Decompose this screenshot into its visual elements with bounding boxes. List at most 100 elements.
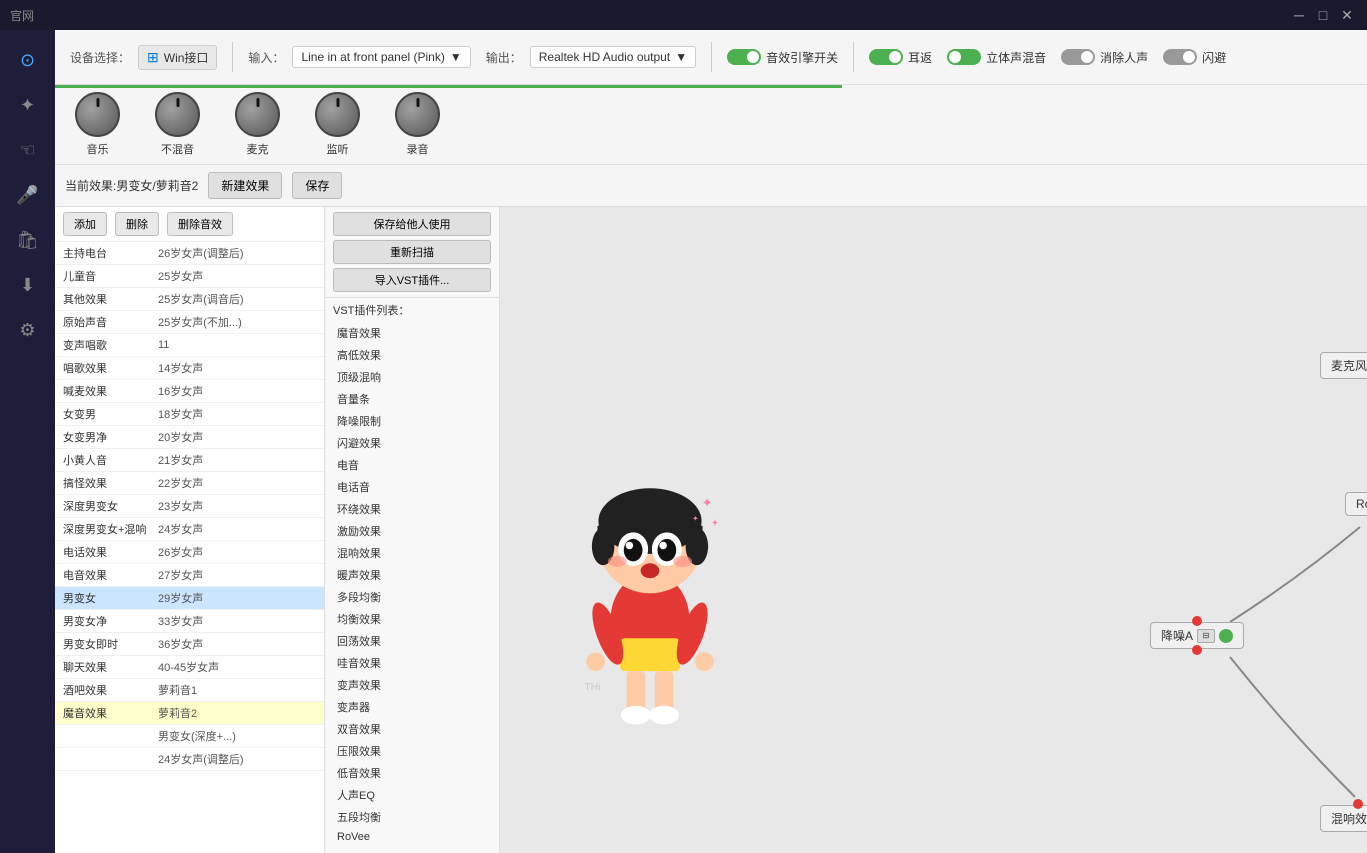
plugin-item[interactable]: 电音 <box>325 454 499 476</box>
knob-monitor-label: 监听 <box>327 141 349 157</box>
plugin-item[interactable]: 音量条 <box>325 388 499 410</box>
sidebar-icon-star[interactable]: ✦ <box>8 85 48 125</box>
plugin-item[interactable]: 降噪限制 <box>325 410 499 432</box>
plugin-item[interactable]: 混响效果 <box>325 542 499 564</box>
mix-node-box[interactable]: 混响效果 ⊟ <box>1320 805 1367 832</box>
plugin-item[interactable]: 人声EQ <box>325 784 499 806</box>
plugin-item[interactable]: 压限效果 <box>325 740 499 762</box>
denoise-toggle[interactable] <box>1061 49 1095 65</box>
effect-name: 搞怪效果 <box>63 475 158 491</box>
effect-engine-toggle-row: 音效引擎开关 <box>727 49 838 66</box>
plugin-item[interactable]: 电话音 <box>325 476 499 498</box>
effect-engine-toggle[interactable] <box>727 49 761 65</box>
knob-monitor-control[interactable] <box>315 92 360 137</box>
effect-row[interactable]: 魔音效果萝莉音2 <box>55 702 324 725</box>
delete-effect-button[interactable]: 删除 <box>115 212 159 236</box>
plugin-item[interactable]: 均衡效果 <box>325 608 499 630</box>
character-illustration: ✦ ✦ ✦ THi <box>550 432 750 732</box>
minimize-button[interactable]: ─ <box>1289 5 1309 25</box>
plugin-item[interactable]: 双音效果 <box>325 718 499 740</box>
effect-row[interactable]: 男变女29岁女声 <box>55 587 324 610</box>
rescan-button[interactable]: 重新扫描 <box>333 240 491 264</box>
knob-record-control[interactable] <box>395 92 440 137</box>
effect-row[interactable]: 唱歌效果14岁女声 <box>55 357 324 380</box>
close-button[interactable]: ✕ <box>1337 5 1357 25</box>
sidebar-icon-mic[interactable]: 🎤 <box>8 175 48 215</box>
effect-row[interactable]: 男变女即时36岁女声 <box>55 633 324 656</box>
plugin-item[interactable]: 回荡效果 <box>325 630 499 652</box>
plugin-list: 魔音效果高低效果顶级混响音量条降噪限制闪避效果电音电话音环绕效果激励效果混响效果… <box>325 320 499 853</box>
effect-row[interactable]: 搞怪效果22岁女声 <box>55 472 324 495</box>
maximize-button[interactable]: □ <box>1313 5 1333 25</box>
effect-row[interactable]: 24岁女声(调整后) <box>55 748 324 771</box>
sidebar-icon-settings[interactable]: ⚙ <box>8 310 48 350</box>
effect-name: 男变女 <box>63 590 158 606</box>
main-area: 设备选择： ⊞ Win接口 输入： Line in at front panel… <box>55 30 1367 853</box>
input-label: 输入： <box>248 49 284 66</box>
knob-music-control[interactable] <box>75 92 120 137</box>
input-value: Line in at front panel (Pink) <box>301 50 444 64</box>
effect-row[interactable]: 儿童音25岁女声 <box>55 265 324 288</box>
import-vst-button[interactable]: 导入VST插件... <box>333 268 491 292</box>
stereo-toggle[interactable] <box>947 49 981 65</box>
plugin-item[interactable]: 顶级混响 <box>325 366 499 388</box>
effect-row[interactable]: 聊天效果40-45岁女声 <box>55 656 324 679</box>
plugin-item[interactable]: 多段均衡 <box>325 586 499 608</box>
sidebar-icon-hand[interactable]: ☜ <box>8 130 48 170</box>
mix-input-left-dot <box>1353 799 1363 809</box>
effect-row[interactable]: 电音效果27岁女声 <box>55 564 324 587</box>
official-site-link[interactable]: 官网 <box>10 7 34 24</box>
sidebar-icon-bag[interactable]: 🛍 <box>8 220 48 260</box>
content-area: 添加 删除 删除音效 主持电台26岁女声(调整后)儿童音25岁女声其他效果25岁… <box>55 207 1367 853</box>
effect-row[interactable]: 酒吧效果萝莉音1 <box>55 679 324 702</box>
plugin-item[interactable]: 五段均衡 <box>325 806 499 828</box>
effect-row[interactable]: 变声唱歌11 <box>55 334 324 357</box>
effect-name: 聊天效果 <box>63 659 158 675</box>
effect-row[interactable]: 男变女(深度+...) <box>55 725 324 748</box>
add-effect-button[interactable]: 添加 <box>63 212 107 236</box>
plugin-item[interactable]: 高低效果 <box>325 344 499 366</box>
output-select[interactable]: Realtek HD Audio output ▼ <box>530 46 696 68</box>
rovee-node-label: RoVee <box>1356 497 1367 511</box>
earback-row: 耳返 <box>869 49 932 66</box>
effect-row[interactable]: 主持电台26岁女声(调整后) <box>55 242 324 265</box>
knob-mic-control[interactable] <box>235 92 280 137</box>
plugin-item[interactable]: 变声效果 <box>325 674 499 696</box>
effect-row[interactable]: 原始声音25岁女声(不加...) <box>55 311 324 334</box>
effect-row[interactable]: 电话效果26岁女声 <box>55 541 324 564</box>
plugin-item[interactable]: 低音效果 <box>325 762 499 784</box>
effect-row[interactable]: 深度男变女23岁女声 <box>55 495 324 518</box>
effect-row[interactable]: 喊麦效果16岁女声 <box>55 380 324 403</box>
sidebar-icon-home[interactable]: ⊙ <box>8 40 48 80</box>
denoise-a-settings[interactable]: ⊟ <box>1197 629 1215 643</box>
delete-audio-button[interactable]: 删除音效 <box>167 212 233 236</box>
dodge-toggle[interactable] <box>1163 49 1197 65</box>
effect-row[interactable]: 其他效果25岁女声(调音后) <box>55 288 324 311</box>
plugin-item[interactable]: 暖声效果 <box>325 564 499 586</box>
save-for-others-button[interactable]: 保存给他人使用 <box>333 212 491 236</box>
effect-row[interactable]: 小黄人音21岁女声 <box>55 449 324 472</box>
device-select[interactable]: ⊞ Win接口 <box>138 45 217 70</box>
plugin-item[interactable]: 闪避效果 <box>325 432 499 454</box>
effect-row[interactable]: 女变男净20岁女声 <box>55 426 324 449</box>
save-button[interactable]: 保存 <box>292 172 342 199</box>
plugin-item[interactable]: 变声器 <box>325 696 499 718</box>
plugin-item[interactable]: 魔音效果 <box>325 322 499 344</box>
stereo-label: 立体声混音 <box>986 49 1046 66</box>
plugin-item[interactable]: 激励效果 <box>325 520 499 542</box>
rovee-node-box[interactable]: RoVee ⊟ <box>1345 492 1367 516</box>
plugin-item[interactable]: 哇音效果 <box>325 652 499 674</box>
plugin-item[interactable]: 环绕效果 <box>325 498 499 520</box>
effect-row[interactable]: 女变男18岁女声 <box>55 403 324 426</box>
earback-toggle[interactable] <box>869 49 903 65</box>
effect-row[interactable]: 深度男变女+混响24岁女声 <box>55 518 324 541</box>
denoise-a-toggle[interactable] <box>1219 629 1233 643</box>
input-select[interactable]: Line in at front panel (Pink) ▼ <box>292 46 470 68</box>
sidebar-icon-download[interactable]: ⬇ <box>8 265 48 305</box>
new-effect-button[interactable]: 新建效果 <box>208 172 282 199</box>
effect-desc: 23岁女声 <box>158 498 316 514</box>
knob-nomix-control[interactable] <box>155 92 200 137</box>
effect-row[interactable]: 男变女净33岁女声 <box>55 610 324 633</box>
mic-node-box[interactable]: 麦克风声音 ⊟ <box>1320 352 1367 379</box>
plugin-item[interactable]: RoVee <box>325 828 499 846</box>
